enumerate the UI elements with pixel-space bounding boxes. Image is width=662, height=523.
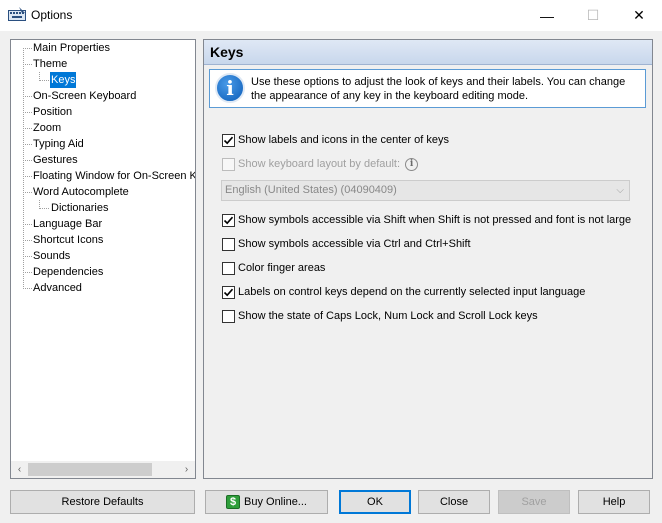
checkbox[interactable] (222, 285, 235, 299)
tree-item-shortcut-icons[interactable]: Shortcut Icons (32, 232, 104, 248)
tree-item-on-screen-keyboard[interactable]: On-Screen Keyboard (32, 88, 137, 104)
tree-connector (23, 128, 32, 129)
tree-connector (23, 48, 24, 289)
info-icon-glyph: i (226, 76, 234, 100)
tree-item-theme[interactable]: Theme (32, 56, 68, 72)
tree-connector (23, 144, 32, 145)
tree-connector (23, 192, 32, 193)
tree-connector (23, 176, 32, 177)
option-label: Show keyboard layout by default: (238, 158, 401, 170)
maximize-icon: ☐ (586, 7, 600, 23)
maximize-button[interactable]: ☐ (570, 0, 616, 31)
tree-item-keys[interactable]: Keys (50, 72, 77, 88)
keyboard-icon (8, 7, 26, 23)
tree-connector (23, 48, 32, 49)
save-button: Save (498, 490, 570, 514)
close-window-button[interactable]: ✕ (616, 0, 662, 31)
tree-connector (23, 112, 32, 113)
tree-connector (23, 224, 32, 225)
panel-header: Keys (204, 40, 652, 65)
checkbox[interactable] (222, 133, 235, 147)
checkbox[interactable] (222, 213, 235, 227)
tree-item-word-autocomplete[interactable]: Word Autocomplete (32, 184, 130, 200)
checkbox[interactable] (222, 261, 235, 275)
title-bar: Options — ☐ ✕ (0, 0, 662, 31)
tree-item-dictionaries[interactable]: Dictionaries (50, 200, 109, 216)
info-box: i Use these options to adjust the look o… (209, 69, 646, 108)
option-labels-control-keys-language[interactable]: Labels on control keys depend on the cur… (222, 284, 585, 300)
scrollbar-thumb[interactable] (28, 463, 152, 476)
tree-item-dependencies[interactable]: Dependencies (32, 264, 104, 280)
checkbox[interactable] (222, 237, 235, 251)
check-icon (223, 288, 234, 296)
option-show-lock-state[interactable]: Show the state of Caps Lock, Num Lock an… (222, 308, 538, 324)
scroll-left-icon[interactable]: ‹ (11, 461, 28, 478)
tree-connector (23, 256, 32, 257)
info-text: Use these options to adjust the look of … (251, 76, 626, 102)
select-value: English (United States) (04090409) (225, 184, 397, 196)
restore-defaults-button[interactable]: Restore Defaults (10, 490, 195, 514)
minimize-icon: — (540, 7, 554, 24)
option-show-labels-icons-center[interactable]: Show labels and icons in the center of k… (222, 132, 449, 148)
check-icon (223, 216, 234, 224)
ok-button[interactable]: OK (339, 490, 411, 514)
tree-connector (23, 96, 32, 97)
help-button[interactable]: Help (578, 490, 650, 514)
option-show-shift-symbols[interactable]: Show symbols accessible via Shift when S… (222, 212, 631, 228)
tree-connector (23, 240, 32, 241)
window-title: Options (31, 8, 73, 22)
tree-item-zoom[interactable]: Zoom (32, 120, 62, 136)
buy-online-label: Buy Online... (244, 496, 307, 508)
option-label: Color finger areas (238, 262, 326, 274)
option-show-ctrl-symbols[interactable]: Show symbols accessible via Ctrl and Ctr… (222, 236, 471, 252)
buy-online-button[interactable]: $ Buy Online... (205, 490, 328, 514)
minimize-button[interactable]: — (524, 0, 570, 31)
tree-connector (39, 208, 49, 209)
tree-item-language-bar[interactable]: Language Bar (32, 216, 103, 232)
checkbox[interactable] (222, 309, 235, 323)
keys-panel: Keys i Use these options to adjust the l… (203, 39, 653, 479)
check-icon (223, 136, 234, 144)
tree-connector (23, 160, 32, 161)
scroll-right-icon[interactable]: › (178, 461, 195, 478)
info-icon: i (215, 73, 245, 103)
tree-connector (39, 80, 49, 81)
option-label: Show the state of Caps Lock, Num Lock an… (238, 310, 538, 322)
tree-connector (23, 64, 32, 65)
keyboard-layout-select: English (United States) (04090409) ⌵ (221, 180, 630, 201)
tree-item-advanced[interactable]: Advanced (32, 280, 83, 296)
close-icon: ✕ (633, 7, 645, 23)
dollar-icon: $ (226, 495, 240, 509)
option-color-finger-areas[interactable]: Color finger areas (222, 260, 325, 276)
options-tree[interactable]: Main Properties Theme Keys On-Screen Key… (10, 39, 196, 479)
tree-item-gestures[interactable]: Gestures (32, 152, 79, 168)
option-label: Show symbols accessible via Shift when S… (238, 214, 632, 226)
option-label: Show symbols accessible via Ctrl and Ctr… (238, 238, 471, 250)
option-label: Show labels and icons in the center of k… (238, 134, 449, 146)
help-info-icon[interactable]: i (405, 157, 419, 171)
checkbox (222, 157, 235, 171)
tree-item-typing-aid[interactable]: Typing Aid (32, 136, 85, 152)
close-button[interactable]: Close (418, 490, 490, 514)
tree-connector (23, 272, 32, 273)
tree-item-sounds[interactable]: Sounds (32, 248, 71, 264)
tree-item-main-properties[interactable]: Main Properties (32, 40, 111, 56)
tree-item-floating-window[interactable]: Floating Window for On-Screen Keyboard (32, 168, 195, 184)
tree-horizontal-scrollbar[interactable]: ‹ › (11, 461, 195, 478)
panel-title: Keys (210, 44, 244, 60)
option-label: Labels on control keys depend on the cur… (238, 286, 586, 298)
option-show-keyboard-layout: Show keyboard layout by default: i (222, 156, 419, 172)
tree-item-position[interactable]: Position (32, 104, 73, 120)
chevron-down-icon: ⌵ (616, 185, 624, 196)
tree-connector (23, 288, 32, 289)
